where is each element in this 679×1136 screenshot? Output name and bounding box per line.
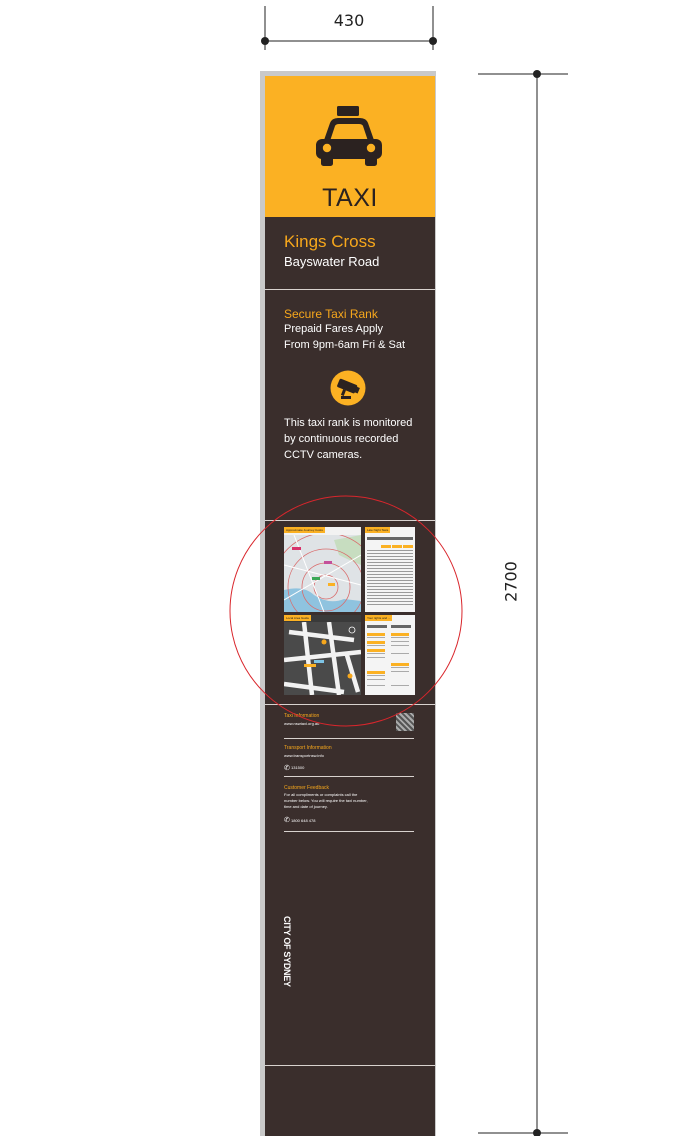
height-dimension bbox=[478, 70, 568, 1136]
divider bbox=[284, 776, 414, 777]
phone-icon: ✆ bbox=[284, 817, 290, 824]
transport-info-phone: 131500 bbox=[291, 765, 305, 770]
feedback-line-3: time and date of journey. bbox=[284, 804, 328, 809]
height-dimension-label: 2700 bbox=[501, 561, 521, 602]
cctv-notice-line-3: CCTV cameras. bbox=[284, 449, 363, 461]
cctv-notice-line-1: This taxi rank is monitored bbox=[284, 417, 413, 429]
rank-title: Secure Taxi Rank bbox=[284, 307, 378, 321]
divider bbox=[284, 831, 414, 832]
phone-icon: ✆ bbox=[284, 765, 290, 772]
taxi-car-icon bbox=[316, 106, 382, 166]
feedback-phone: 1800 648 478 bbox=[291, 818, 316, 823]
rank-hours: From 9pm-6am Fri & Sat bbox=[284, 339, 406, 351]
width-dimension-label: 430 bbox=[333, 11, 365, 30]
callout-circle bbox=[229, 495, 463, 727]
divider bbox=[284, 738, 414, 739]
feedback-title: Customer Feedback bbox=[284, 785, 330, 791]
transport-info-url: www.transportnsw.info bbox=[284, 753, 324, 758]
divider bbox=[265, 289, 435, 290]
taxi-header: TAXI bbox=[265, 76, 435, 217]
divider bbox=[265, 1065, 435, 1066]
location-name: Kings Cross bbox=[284, 232, 376, 251]
transport-info-title: Transport Information bbox=[284, 745, 332, 751]
cctv-notice-line-2: by continuous recorded bbox=[284, 433, 399, 445]
rank-fares: Prepaid Fares Apply bbox=[284, 323, 384, 335]
cctv-camera-icon bbox=[330, 370, 366, 406]
location-street: Bayswater Road bbox=[284, 254, 380, 269]
city-of-sydney-logo: CITY OF SYDNEY bbox=[282, 916, 292, 987]
taxi-label: TAXI bbox=[322, 184, 378, 212]
